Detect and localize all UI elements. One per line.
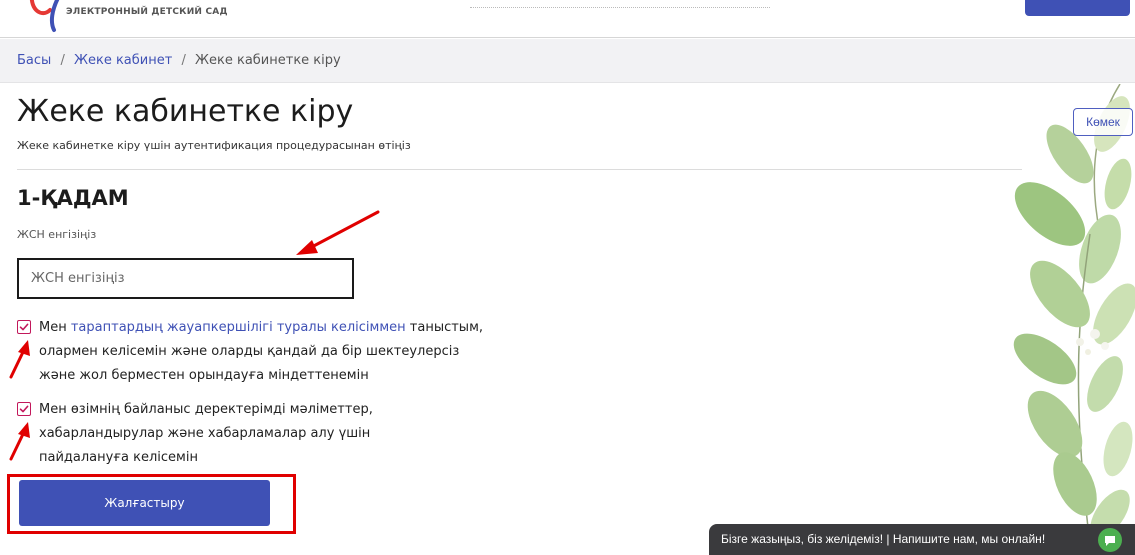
breadcrumb-separator: /: [181, 53, 186, 68]
breadcrumb-home[interactable]: Басы: [17, 53, 51, 68]
page-subtitle: Жеке кабинетке кіру үшін аутентификация …: [17, 139, 411, 152]
agreement-terms-prefix: Мен: [39, 320, 71, 335]
page-title: Жеке кабинетке кіру: [17, 94, 354, 129]
decorative-leaves-image: [1013, 84, 1135, 545]
continue-button[interactable]: Жалғастыру: [19, 480, 270, 526]
agreement-contacts-text: Мен өзімнің байланыс деректерімді мәліме…: [39, 402, 373, 465]
agreement-terms-checkbox[interactable]: [17, 320, 31, 334]
step-title: 1-ҚАДАМ: [17, 186, 129, 210]
breadcrumb-bar: Басы / Жеке кабинет / Жеке кабинетке кір…: [0, 39, 1135, 83]
iin-field-label: ЖСН енгізіңіз: [17, 228, 97, 241]
header-divider: [470, 7, 770, 8]
chat-widget-bar[interactable]: Бізге жазыңыз, біз желідеміз! | Напишите…: [709, 524, 1135, 555]
agreement-terms-row: Мен тараптардың жауапкершілігі туралы ке…: [17, 316, 487, 388]
breadcrumb-cabinet[interactable]: Жеке кабинет: [74, 53, 172, 68]
breadcrumb-separator: /: [60, 53, 65, 68]
title-divider: [17, 169, 1022, 170]
agreement-terms-link[interactable]: тараптардың жауапкершілігі туралы келісі…: [71, 320, 406, 335]
logo-subtitle: ЭЛЕКТРОННЫЙ ДЕТСКИЙ САД: [66, 7, 228, 17]
help-button[interactable]: Көмек: [1073, 108, 1133, 136]
breadcrumb-current: Жеке кабинетке кіру: [194, 53, 341, 68]
check-icon: [19, 323, 29, 331]
agreement-contacts-checkbox[interactable]: [17, 402, 31, 416]
logo-mark-icon[interactable]: [28, 0, 74, 34]
iin-input[interactable]: [17, 258, 354, 299]
site-header: ЭЛЕКТРОННЫЙ ДЕТСКИЙ САД: [0, 0, 1135, 38]
agreement-terms-text: Мен тараптардың жауапкершілігі туралы ке…: [17, 316, 487, 388]
chat-bubble-icon[interactable]: [1097, 527, 1123, 553]
breadcrumb: Басы / Жеке кабинет / Жеке кабинетке кір…: [17, 53, 341, 68]
agreement-contacts-row: Мен өзімнің байланыс деректерімді мәліме…: [17, 398, 457, 470]
check-icon: [19, 405, 29, 413]
header-action-button[interactable]: [1025, 0, 1130, 16]
